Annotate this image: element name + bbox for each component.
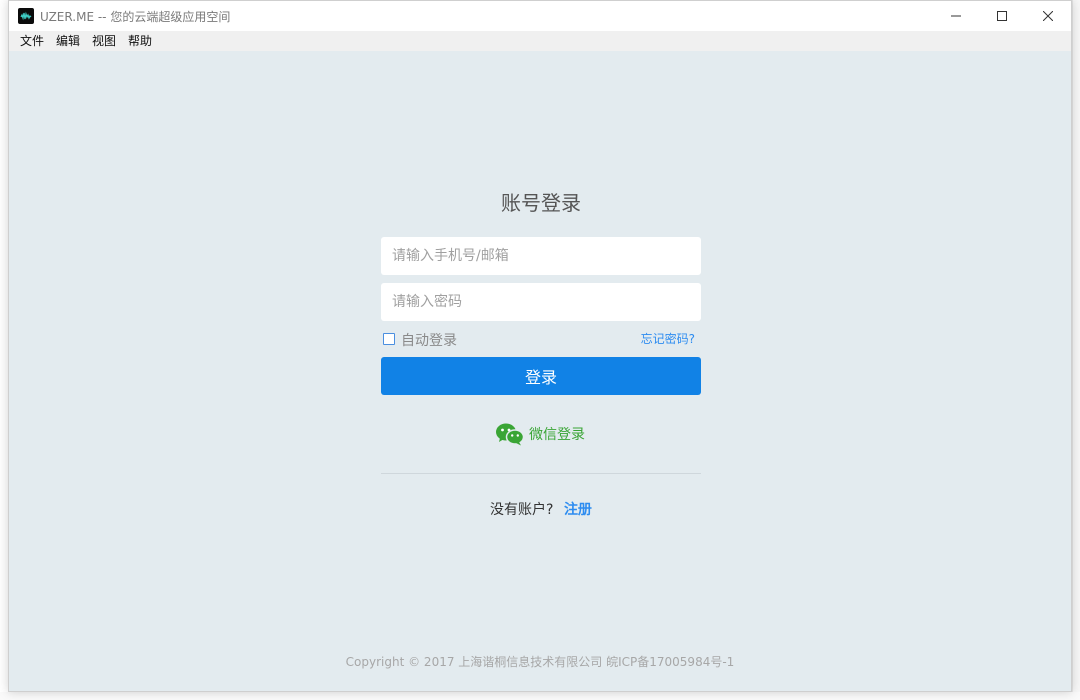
maximize-icon xyxy=(997,11,1007,21)
maximize-button[interactable] xyxy=(979,1,1025,31)
menu-bar: 文件 编辑 视图 帮助 xyxy=(9,31,1071,51)
wechat-login-button[interactable]: 微信登录 xyxy=(495,420,585,448)
menu-file[interactable]: 文件 xyxy=(14,31,50,51)
phone-email-input[interactable] xyxy=(381,237,701,275)
close-icon xyxy=(1043,11,1053,21)
auto-login-label[interactable]: 自动登录 xyxy=(401,330,457,350)
desktop-right-strip xyxy=(1072,0,1080,700)
minimize-button[interactable] xyxy=(933,1,979,31)
register-link[interactable]: 注册 xyxy=(564,502,592,518)
wechat-icon xyxy=(496,423,525,446)
wechat-login-label: 微信登录 xyxy=(529,427,585,443)
desktop-bottom-strip xyxy=(0,692,1080,700)
menu-edit[interactable]: 编辑 xyxy=(50,31,86,51)
login-title: 账号登录 xyxy=(501,191,581,215)
close-button[interactable] xyxy=(1025,1,1071,31)
menu-help[interactable]: 帮助 xyxy=(122,31,158,51)
window-title: UZER.ME -- 您的云端超级应用空间 xyxy=(40,9,231,24)
login-page: 账号登录 自动登录 忘记密码? 登录 微信登录 没有账户? xyxy=(9,51,1071,691)
login-button[interactable]: 登录 xyxy=(381,357,701,395)
app-logo-icon xyxy=(18,8,34,24)
password-input[interactable] xyxy=(381,283,701,321)
section-divider xyxy=(381,473,701,474)
window-controls xyxy=(933,1,1071,31)
register-row: 没有账户? 注册 xyxy=(381,499,701,519)
copyright-text: Copyright © 2017 上海谐桐信息技术有限公司 皖ICP备17005… xyxy=(345,655,735,669)
forgot-password-link[interactable]: 忘记密码? xyxy=(641,330,695,347)
title-bar[interactable]: UZER.ME -- 您的云端超级应用空间 xyxy=(9,1,1071,31)
app-window: UZER.ME -- 您的云端超级应用空间 文件 编辑 视图 帮助 账号登录 请… xyxy=(8,0,1072,692)
no-account-text: 没有账户? xyxy=(490,502,554,518)
minimize-icon xyxy=(951,15,961,17)
login-options-row: 自动登录 忘记密码? xyxy=(381,328,701,350)
menu-view[interactable]: 视图 xyxy=(86,31,122,51)
auto-login-checkbox[interactable] xyxy=(383,333,395,345)
